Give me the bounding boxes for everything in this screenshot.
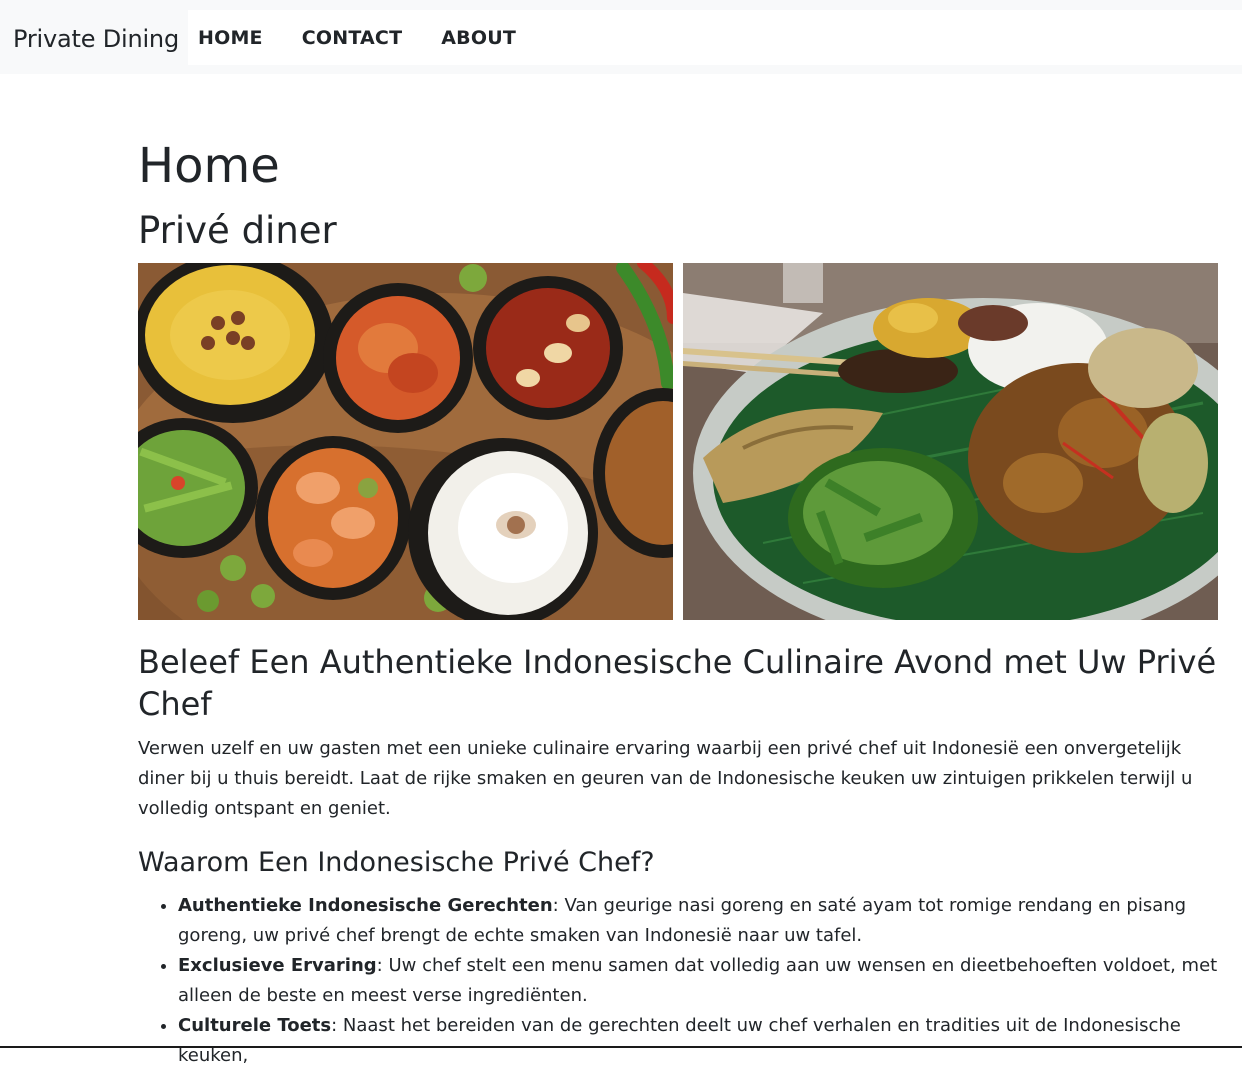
list-item: Authentieke Indonesische Gerechten: Van … <box>178 891 1218 951</box>
list-item-title: Exclusieve Ervaring <box>178 955 377 976</box>
list-item-title: Authentieke Indonesische Gerechten <box>178 895 553 916</box>
image-gallery <box>138 263 1218 620</box>
nasi-campur-banana-leaf-photo <box>683 263 1218 620</box>
reasons-list: Authentieke Indonesische Gerechten: Van … <box>138 891 1218 1071</box>
list-item: Culturele Toets: Naast het bereiden van … <box>178 1011 1218 1071</box>
intro-paragraph: Verwen uzelf en uw gasten met een unieke… <box>138 738 1193 819</box>
brand-link[interactable]: Private Dining <box>13 22 179 56</box>
nav-link-contact[interactable]: CONTACT <box>302 27 403 49</box>
indonesian-dishes-bowls-photo <box>138 263 673 620</box>
navbar: Private Dining HOME CONTACT ABOUT <box>0 0 1242 74</box>
intro-heading: Beleef Een Authentieke Indonesische Culi… <box>138 643 1217 723</box>
page-title: Home <box>138 138 280 194</box>
nav-menu: HOME CONTACT ABOUT <box>188 10 1242 65</box>
list-item: Exclusieve Ervaring: Uw chef stelt een m… <box>178 951 1218 1011</box>
why-heading: Waarom Een Indonesische Privé Chef? <box>138 847 655 878</box>
nav-link-about[interactable]: ABOUT <box>441 27 516 49</box>
list-item-title: Culturele Toets <box>178 1015 332 1036</box>
nav-link-home[interactable]: HOME <box>198 27 263 49</box>
section-title: Privé diner <box>138 209 337 252</box>
